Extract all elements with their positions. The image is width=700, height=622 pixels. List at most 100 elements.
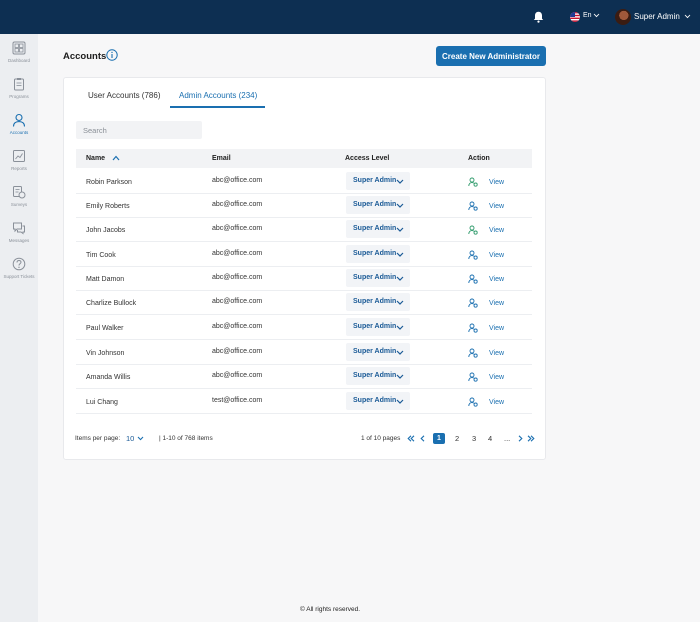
user-settings-icon[interactable] <box>468 250 478 260</box>
tab-user-accounts[interactable]: User Accounts (786) <box>88 91 160 100</box>
sidebar-item-messages[interactable]: Messages <box>0 221 38 251</box>
row-name: Robin Parkson <box>86 179 132 186</box>
items-per-page-label: Items per page: <box>75 435 121 442</box>
footer-copyright: © All rights reserved. <box>300 606 361 613</box>
access-level-select[interactable]: Super Admin <box>346 343 410 361</box>
items-per-page-select[interactable]: 10 <box>126 434 134 443</box>
table-row: Lui Chang test@office.com Super Admin View <box>76 390 532 414</box>
user-settings-icon[interactable] <box>468 397 478 407</box>
access-level-select[interactable]: Super Admin <box>346 293 410 311</box>
view-link[interactable]: View <box>489 350 504 357</box>
access-level-select[interactable]: Super Admin <box>346 367 410 385</box>
page-button-4[interactable]: 4 <box>488 434 492 443</box>
access-level-select[interactable]: Super Admin <box>346 172 410 190</box>
view-link[interactable]: View <box>489 374 504 381</box>
last-page-icon[interactable] <box>527 435 535 442</box>
view-link[interactable]: View <box>489 203 504 210</box>
avatar[interactable] <box>615 9 631 25</box>
previous-page-icon[interactable] <box>419 435 427 442</box>
row-name: Paul Walker <box>86 325 124 332</box>
page-button-2[interactable]: 2 <box>455 434 459 443</box>
accounts-card: User Accounts (786) Admin Accounts (234)… <box>63 77 546 460</box>
user-settings-icon[interactable] <box>468 298 478 308</box>
view-link[interactable]: View <box>489 179 504 186</box>
user-settings-icon[interactable] <box>468 177 478 187</box>
access-level-select[interactable]: Super Admin <box>346 196 410 214</box>
page-button-3[interactable]: 3 <box>472 434 476 443</box>
user-settings-icon[interactable] <box>468 274 478 284</box>
table-row: Paul Walker abc@office.com Super Admin View <box>76 316 532 340</box>
chevron-down-icon[interactable] <box>593 13 600 18</box>
user-name[interactable]: Super Admin <box>634 12 680 21</box>
search-input[interactable] <box>76 121 202 139</box>
page-button-current[interactable]: 1 <box>433 433 445 444</box>
sort-ascending-icon[interactable] <box>112 155 120 161</box>
sidebar-item-accounts[interactable]: Accounts <box>0 113 38 143</box>
row-name: Matt Damon <box>86 276 125 283</box>
create-new-administrator-button[interactable]: Create New Administrator <box>436 46 546 66</box>
page-ellipsis: ... <box>504 434 511 443</box>
access-level-select[interactable]: Super Admin <box>346 392 410 410</box>
sidebar-item-dashboard[interactable]: Dashboard <box>0 41 38 71</box>
chevron-down-icon <box>396 276 404 281</box>
sidebar-item-surveys[interactable]: Surveys <box>0 185 38 215</box>
table-row: Robin Parkson abc@office.com Super Admin Vi… <box>76 170 532 194</box>
view-link[interactable]: View <box>489 300 504 307</box>
sidebar-item-label: Accounts <box>9 130 29 135</box>
first-page-icon[interactable] <box>407 435 415 442</box>
chevron-down-icon[interactable] <box>684 14 691 19</box>
chevron-down-icon <box>396 252 404 257</box>
table-row: Emily Roberts abc@office.com Super Admin Vi… <box>76 194 532 218</box>
row-email: abc@office.com <box>212 348 263 355</box>
messages-icon <box>13 222 25 235</box>
user-settings-icon[interactable] <box>468 201 478 211</box>
row-email: test@office.com <box>212 397 263 404</box>
access-level-select[interactable]: Super Admin <box>346 318 410 336</box>
user-settings-icon[interactable] <box>468 372 478 382</box>
access-level-select[interactable]: Super Admin <box>346 269 410 287</box>
user-settings-icon[interactable] <box>468 225 478 235</box>
column-access-level: Access Level <box>345 155 390 162</box>
bell-icon[interactable] <box>533 11 544 23</box>
row-name: Amanda Willis <box>86 374 131 381</box>
view-link[interactable]: View <box>489 399 504 406</box>
sidebar-item-support-tickets[interactable]: Support Tickets <box>0 257 38 287</box>
view-link[interactable]: View <box>489 252 504 259</box>
view-link[interactable]: View <box>489 227 504 234</box>
access-level-value: Super Admin <box>353 274 397 281</box>
row-email: abc@office.com <box>212 323 263 330</box>
table-row: Amanda Willis abc@office.com Super Admin Vi… <box>76 365 532 389</box>
row-email: abc@office.com <box>212 177 263 184</box>
chart-icon <box>13 150 25 162</box>
language-selector[interactable]: En <box>583 12 592 19</box>
row-name: Vin Johnson <box>86 350 125 357</box>
chevron-down-icon[interactable] <box>137 436 144 441</box>
chevron-down-icon <box>396 350 404 355</box>
access-level-select[interactable]: Super Admin <box>346 220 410 238</box>
view-link[interactable]: View <box>489 325 504 332</box>
chevron-down-icon <box>396 227 404 232</box>
access-level-value: Super Admin <box>353 225 397 232</box>
view-link[interactable]: View <box>489 276 504 283</box>
row-email: abc@office.com <box>212 225 263 232</box>
table-row: Tim Cook abc@office.com Super Admin View <box>76 243 532 267</box>
user-icon <box>12 113 26 127</box>
row-name: Emily Roberts <box>86 203 130 210</box>
chevron-down-icon <box>396 325 404 330</box>
access-level-select[interactable]: Super Admin <box>346 245 410 263</box>
access-level-value: Super Admin <box>353 298 397 305</box>
us-flag-icon[interactable] <box>570 12 580 22</box>
sidebar-item-reports[interactable]: Reports <box>0 149 38 179</box>
tab-admin-accounts[interactable]: Admin Accounts (234) <box>179 91 257 100</box>
user-settings-icon[interactable] <box>468 348 478 358</box>
table-header: Name Email Access Level Action <box>76 149 532 168</box>
sidebar-item-programs[interactable]: Programs <box>0 77 38 107</box>
next-page-icon[interactable] <box>516 435 524 442</box>
table-row: John Jacobs abc@office.com Super Admin View <box>76 218 532 242</box>
column-name[interactable]: Name <box>86 155 105 162</box>
info-icon[interactable] <box>106 49 118 61</box>
row-name: Lui Chang <box>86 399 118 406</box>
table-row: Vin Johnson abc@office.com Super Admin View <box>76 341 532 365</box>
user-settings-icon[interactable] <box>468 323 478 333</box>
row-email: abc@office.com <box>212 274 263 281</box>
